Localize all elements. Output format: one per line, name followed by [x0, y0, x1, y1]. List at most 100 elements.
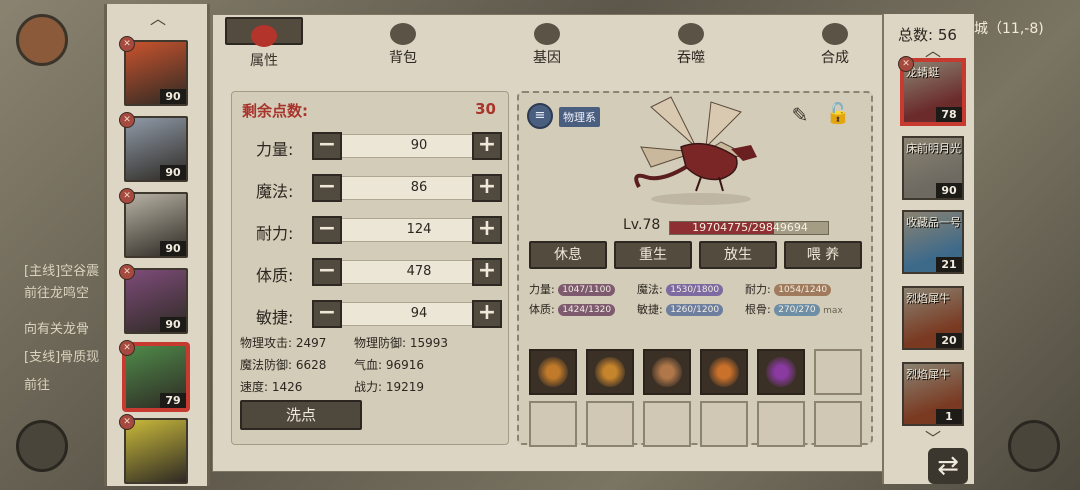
quest-line-1: [主线]空谷震 — [24, 264, 100, 279]
roster-slot[interactable]: 90 — [124, 192, 188, 258]
empty-skill-slot[interactable] — [529, 401, 577, 447]
stat-label-constitution: 体质: — [256, 266, 294, 285]
pet-info-box: ≡ 物理系 ✎ 🔓 Lv.78 19704775/29849694 休息 重生 … — [517, 91, 873, 447]
roster-up-chevron-icon[interactable]: ︿ — [143, 11, 173, 27]
pet-level: 1 — [936, 409, 962, 424]
close-icon[interactable]: ✕ — [119, 112, 135, 128]
skill-glyph — [538, 357, 568, 387]
aptitude-magic: 魔法: 1530/1800 — [637, 281, 724, 297]
release-button[interactable]: 放生 — [699, 241, 777, 269]
roster-slot[interactable]: 90 — [124, 40, 188, 106]
close-icon[interactable]: ✕ — [119, 36, 135, 52]
pet-type-tag: 物理系 — [559, 107, 600, 127]
quest-line-5: 前往 — [24, 378, 51, 393]
tab-attributes[interactable]: 属性 — [225, 17, 303, 69]
aptitude-pill: 1260/1200 — [666, 304, 724, 316]
strength-plus-button[interactable]: + — [472, 132, 502, 160]
pet-dragon-image — [634, 96, 757, 205]
constitution-minus-button[interactable]: − — [312, 258, 342, 286]
roster-slot[interactable]: 90 — [124, 268, 188, 334]
pet-list-down-chevron-icon[interactable]: ﹀ — [918, 431, 948, 447]
devour-icon — [678, 23, 704, 45]
empty-skill-slot[interactable] — [814, 349, 862, 395]
attr-power: 战力: 19219 — [354, 380, 425, 394]
rest-button[interactable]: 休息 — [529, 241, 607, 269]
aptitude-pill: 1047/1100 — [558, 284, 616, 296]
exp-bar: 19704775/29849694 — [669, 221, 829, 235]
stamina-minus-button[interactable]: − — [312, 216, 342, 244]
pet-slot[interactable]: 烈焰犀牛 20 — [902, 286, 964, 350]
swirl-skill-icon[interactable] — [643, 349, 691, 395]
lock-icon[interactable]: 🔓 — [823, 101, 853, 131]
empty-skill-slot[interactable] — [700, 401, 748, 447]
max-label: max — [823, 306, 843, 316]
gene-icon — [534, 23, 560, 45]
empty-skill-slot[interactable] — [643, 401, 691, 447]
attr-speed: 速度: 1426 — [240, 380, 303, 394]
close-icon[interactable]: ✕ — [898, 56, 914, 72]
pet-slot[interactable]: 烈焰犀牛 1 — [902, 362, 964, 426]
magic-minus-button[interactable]: − — [312, 174, 342, 202]
constitution-plus-button[interactable]: + — [472, 258, 502, 286]
empty-skill-slot[interactable] — [586, 401, 634, 447]
pet-level: 20 — [936, 333, 962, 348]
sun-skill-icon[interactable] — [586, 349, 634, 395]
pet-list-up-chevron-icon[interactable]: ︿ — [918, 43, 948, 59]
aptitude-pill: 1530/1800 — [666, 284, 724, 296]
stamina-plus-button[interactable]: + — [472, 216, 502, 244]
attr-hp: 气血: 96916 — [354, 358, 425, 372]
stat-label-strength: 力量: — [256, 140, 294, 159]
feather-icon[interactable]: ✎ — [789, 103, 811, 129]
tab-bag[interactable]: 背包 — [367, 17, 439, 66]
roster-slot[interactable] — [124, 418, 188, 484]
pet-level: 78 — [936, 107, 962, 122]
tab-label: 吞噬 — [677, 50, 705, 66]
player-avatar[interactable] — [16, 14, 68, 66]
stat-label-stamina: 耐力: — [256, 224, 294, 243]
empty-skill-slot[interactable] — [757, 401, 805, 447]
agility-minus-button[interactable]: − — [312, 300, 342, 328]
tab-label: 合成 — [821, 50, 849, 66]
rebirth-button[interactable]: 重生 — [614, 241, 692, 269]
flame-skill-icon[interactable] — [700, 349, 748, 395]
pet-slot[interactable]: 床前明月光 90 — [902, 136, 964, 200]
claw-skill-icon[interactable] — [529, 349, 577, 395]
location-readout: 城（11,-8) — [974, 21, 1044, 37]
hero-portrait — [126, 420, 186, 482]
skill-glyph — [709, 357, 739, 387]
pet-slot[interactable]: 收藏品一号 21 — [902, 210, 964, 274]
quest-tracker[interactable]: [主线]空谷震 前往龙鸣空 向有关龙骨 [支线]骨质现 前往 — [20, 256, 104, 426]
tab-gene[interactable]: 基因 — [511, 17, 583, 66]
feed-button[interactable]: 喂 养 — [784, 241, 862, 269]
skill-glyph — [766, 357, 796, 387]
tab-devour[interactable]: 吞噬 — [655, 17, 727, 66]
skill-glyph — [595, 357, 625, 387]
attr-physical-attack: 物理攻击: 2497 — [240, 336, 327, 350]
attr-physical-defense: 物理防御: 15993 — [354, 336, 449, 350]
strength-minus-button[interactable]: − — [312, 132, 342, 160]
hero-level: 79 — [160, 393, 186, 408]
aptitude-pill: 270/270 — [774, 304, 820, 316]
empty-skill-slot[interactable] — [814, 401, 862, 447]
bottom-right-button[interactable] — [1008, 420, 1060, 472]
exp-text: 19704775/29849694 — [692, 221, 808, 234]
quest-line-4: [支线]骨质现 — [24, 350, 100, 365]
magic-plus-button[interactable]: + — [472, 174, 502, 202]
agility-plus-button[interactable]: + — [472, 300, 502, 328]
roster-slot[interactable]: 79 — [124, 344, 188, 410]
orb-skill-icon[interactable] — [757, 349, 805, 395]
switch-icon[interactable]: ⇄ — [928, 448, 968, 484]
close-icon[interactable]: ✕ — [119, 188, 135, 204]
pet-level: Lv.78 — [623, 217, 661, 233]
tab-synthesis[interactable]: 合成 — [799, 17, 871, 66]
close-icon[interactable]: ✕ — [119, 340, 135, 356]
close-icon[interactable]: ✕ — [119, 414, 135, 430]
bottom-left-button[interactable] — [16, 420, 68, 472]
pet-level: 21 — [936, 257, 962, 272]
list-icon[interactable]: ≡ — [527, 103, 553, 129]
close-icon[interactable]: ✕ — [119, 264, 135, 280]
points-label: 剩余点数: — [242, 102, 308, 120]
reset-points-button[interactable]: 洗点 — [240, 400, 362, 430]
attr-magic-defense: 魔法防御: 6628 — [240, 358, 327, 372]
roster-slot[interactable]: 90 — [124, 116, 188, 182]
